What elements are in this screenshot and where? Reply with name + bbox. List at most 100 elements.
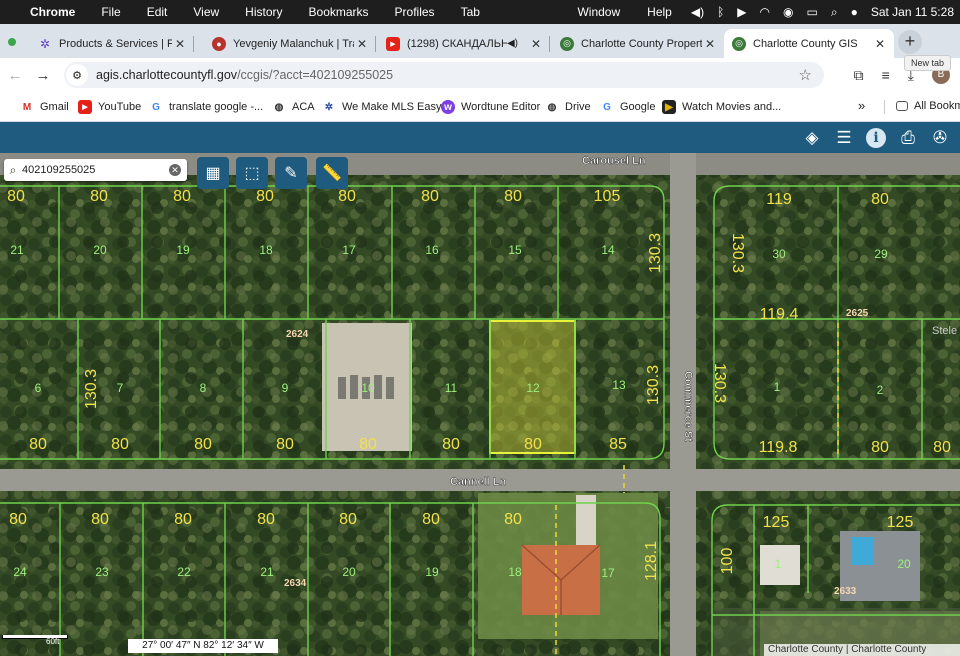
legend-list-icon[interactable]: ☰ xyxy=(832,126,856,150)
lot-label: 6 xyxy=(35,381,42,395)
tab-title: Charlotte County Propert xyxy=(581,37,702,50)
layers-icon[interactable]: ◈ xyxy=(800,126,824,150)
dim-label: 119.4 xyxy=(760,306,799,323)
bluetooth-icon[interactable]: ᛒ xyxy=(717,5,724,19)
parcel-search[interactable]: ⌕ ✕ xyxy=(4,159,187,181)
extensions-icon[interactable]: ⧉ xyxy=(854,67,864,84)
menu-edit[interactable]: Edit xyxy=(147,5,168,19)
user-switch-icon[interactable]: ◉ xyxy=(783,5,793,19)
wordtune-icon: w xyxy=(441,100,455,114)
bookmark-aca[interactable]: ◍ ACA xyxy=(272,100,315,114)
tab-gis[interactable]: ◎ Charlotte County GIS ✕ xyxy=(724,29,894,58)
dim-label: 80 xyxy=(442,436,460,453)
coordinates-readout: 27° 00′ 47″ N 82° 12′ 34″ W xyxy=(128,639,278,653)
bookmark-youtube[interactable]: ▶ YouTube xyxy=(78,100,141,114)
close-icon[interactable]: ✕ xyxy=(702,37,718,51)
youtube-icon: ▶ xyxy=(386,36,400,51)
menu-view[interactable]: View xyxy=(193,5,219,19)
menu-help[interactable]: Help xyxy=(647,5,672,19)
bookmark-label: YouTube xyxy=(98,101,142,113)
tab-youtube-video[interactable]: ▶ (1298) СКАНДАЛЬНИ ◀) ✕ xyxy=(378,29,550,58)
parcel-search-input[interactable] xyxy=(22,164,162,176)
menu-app-name[interactable]: Chrome xyxy=(30,5,75,19)
dim-label: 80 xyxy=(421,188,439,205)
play-icon[interactable]: ▶ xyxy=(737,5,746,19)
lot-label: 18 xyxy=(508,565,522,579)
menu-window[interactable]: Window xyxy=(577,5,620,19)
back-icon[interactable]: ← xyxy=(4,67,26,84)
lot-label: 13 xyxy=(612,378,626,392)
siri-icon[interactable]: ● xyxy=(851,5,858,19)
report-button[interactable]: ✎ xyxy=(275,157,307,189)
grid-view-button[interactable]: ▦ xyxy=(197,157,229,189)
lot-label: 21 xyxy=(260,565,274,579)
bookmark-movies[interactable]: ▶ Watch Movies and... xyxy=(662,100,781,114)
movie-icon: ▶ xyxy=(662,100,676,114)
aerial-map-canvas[interactable]: Carousel Ln Cannell Ln Commerce St 2624 … xyxy=(0,153,960,656)
more-bookmarks-icon[interactable]: » xyxy=(858,98,865,113)
control-center-icon[interactable]: ▭ xyxy=(806,5,817,19)
bookmark-drive[interactable]: ◍ Drive xyxy=(545,100,591,114)
close-icon[interactable]: ✕ xyxy=(354,37,370,51)
lot-label: 15 xyxy=(508,243,522,257)
bookmark-label: We Make MLS Easy xyxy=(342,101,442,113)
search-icon[interactable]: ⌕ xyxy=(831,5,838,20)
bookmark-google[interactable]: G Google xyxy=(600,100,655,114)
close-icon[interactable]: ✕ xyxy=(528,37,544,51)
bookmark-translate[interactable]: Gtranslate google -... xyxy=(149,100,263,114)
grid-icon: ▦ xyxy=(205,165,221,182)
menu-clock[interactable]: Sat Jan 11 5:28 xyxy=(871,5,954,19)
new-tab-button[interactable]: + xyxy=(898,30,922,54)
bookmark-gmail[interactable]: M Gmail xyxy=(20,100,69,114)
dim-label: 85 xyxy=(609,436,627,453)
dim-label: 80 xyxy=(524,436,542,453)
bookmark-wordtune[interactable]: w Wordtune Editor xyxy=(441,100,540,114)
profile-icon: ● xyxy=(212,36,226,51)
bookmark-star-icon[interactable]: ☆ xyxy=(799,66,812,84)
dim-label: 130.3 xyxy=(83,369,100,409)
lot-label: 17 xyxy=(601,566,615,580)
media-queue-icon[interactable]: ≡ xyxy=(882,67,890,83)
wifi-icon[interactable]: ◠ xyxy=(760,5,770,19)
lot-label: 22 xyxy=(177,565,191,579)
basemap-icon[interactable]: ✇ xyxy=(928,126,952,150)
tab-products-services[interactable]: ✲ Products & Services | Pun ✕ xyxy=(30,29,194,58)
bookmark-mls[interactable]: ✲ We Make MLS Easy xyxy=(322,100,442,114)
speaker-icon[interactable]: ◀) xyxy=(507,38,518,49)
menu-profiles[interactable]: Profiles xyxy=(395,5,435,19)
all-bookmarks[interactable]: All Bookm xyxy=(896,100,960,112)
select-area-button[interactable]: ⬚ xyxy=(236,157,268,189)
info-icon[interactable]: i xyxy=(866,128,886,148)
menu-bookmarks[interactable]: Bookmarks xyxy=(309,5,369,19)
dim-label: 80 xyxy=(173,188,191,205)
block-number: 2624 xyxy=(286,329,309,340)
url-host: agis.charlottecountyfl.gov xyxy=(96,68,238,82)
forward-icon[interactable]: → xyxy=(32,67,54,84)
dim-label: 125 xyxy=(763,514,790,531)
dim-label: 80 xyxy=(111,436,129,453)
google-icon: G xyxy=(603,101,611,113)
tab-yevgeniy[interactable]: ● Yevgeniy Malanchuk | Tra ✕ xyxy=(204,29,376,58)
gis-map[interactable]: Carousel Ln Cannell Ln Commerce St 2624 … xyxy=(0,153,960,656)
tab-property[interactable]: ◎ Charlotte County Propert ✕ xyxy=(552,29,724,58)
dim-label: 105 xyxy=(594,188,621,205)
close-icon[interactable]: ✕ xyxy=(872,37,888,51)
dim-label: 80 xyxy=(871,191,889,208)
dim-label: 130.3 xyxy=(647,233,664,273)
clear-search-icon[interactable]: ✕ xyxy=(169,164,181,176)
measure-button[interactable]: 📏 xyxy=(316,157,348,189)
menu-tab[interactable]: Tab xyxy=(461,5,480,19)
menu-file[interactable]: File xyxy=(101,5,120,19)
dim-label: 80 xyxy=(871,439,889,456)
address-bar[interactable]: ⚙ agis.charlottecountyfl.gov/ccgis/?acct… xyxy=(64,62,824,88)
lot-label: 18 xyxy=(259,243,273,257)
menu-history[interactable]: History xyxy=(245,5,282,19)
bookmark-label: Google xyxy=(620,101,656,113)
site-info-icon[interactable]: ⚙ xyxy=(66,64,88,86)
dim-label: 80 xyxy=(9,511,27,528)
dim-label: 80 xyxy=(257,511,275,528)
folder-icon xyxy=(896,101,908,111)
print-icon[interactable]: ⎙ xyxy=(896,126,920,150)
volume-icon[interactable]: ◀) xyxy=(691,5,704,19)
close-icon[interactable]: ✕ xyxy=(172,37,188,51)
